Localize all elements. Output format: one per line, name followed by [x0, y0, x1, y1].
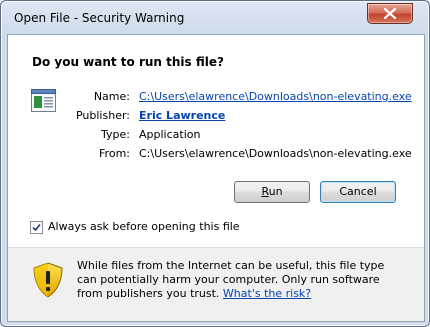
from-label: From: — [99, 147, 130, 160]
run-button-label: Run — [261, 185, 283, 198]
cancel-button[interactable]: Cancel — [320, 181, 396, 203]
always-ask-label[interactable]: Always ask before opening this file — [48, 220, 240, 233]
always-ask-checkbox[interactable] — [30, 221, 43, 234]
title-bar[interactable]: Open File - Security Warning — [1, 1, 429, 35]
whats-the-risk-link[interactable]: What's the risk? — [223, 287, 311, 300]
close-icon — [383, 8, 397, 19]
cancel-button-label: Cancel — [339, 185, 377, 198]
question-heading: Do you want to run this file? — [32, 55, 224, 69]
name-label: Name: — [93, 90, 130, 103]
file-name-link[interactable]: C:\Users\elawrence\Downloads\non-elevati… — [139, 90, 412, 103]
warning-area: While files from the Internet can be use… — [8, 248, 424, 321]
warning-text-block: While files from the Internet can be use… — [77, 259, 397, 301]
run-button[interactable]: Run — [234, 181, 310, 203]
dialog-content: Do you want to run this file? Name: C:\U… — [7, 34, 425, 322]
dialog-window: Open File - Security Warning Do you want… — [0, 0, 430, 327]
type-value: Application — [139, 128, 201, 141]
close-button[interactable] — [367, 3, 413, 24]
type-label: Type: — [101, 128, 130, 141]
window-title: Open File - Security Warning — [14, 11, 185, 25]
from-value: C:\Users\elawrence\Downloads\non-elevati… — [139, 147, 412, 160]
security-shield-icon — [32, 262, 64, 301]
check-icon — [32, 223, 41, 232]
publisher-link[interactable]: Eric Lawrence — [139, 109, 225, 122]
publisher-label: Publisher: — [75, 109, 130, 122]
